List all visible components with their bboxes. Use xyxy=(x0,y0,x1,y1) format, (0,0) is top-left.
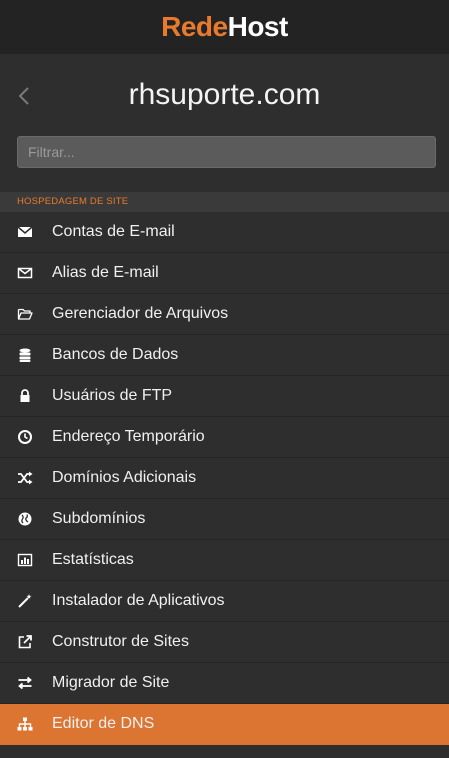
envelope-icon xyxy=(16,223,34,241)
menu-item-label: Estatísticas xyxy=(52,551,134,568)
folder-open-icon xyxy=(16,305,34,323)
menu-item-contas-email[interactable]: Contas de E-mail xyxy=(0,212,449,253)
bar-chart-icon xyxy=(16,551,34,569)
sitemap-icon xyxy=(16,715,34,733)
menu-item-label: Usuários de FTP xyxy=(52,387,173,404)
menu-item-label: Bancos de Dados xyxy=(52,346,179,363)
menu-item-label: Gerenciador de Arquivos xyxy=(52,305,229,322)
magic-wand-icon xyxy=(16,592,34,610)
page-title: rhsuporte.com xyxy=(128,78,321,111)
menu-item-editor-dns[interactable]: Editor de DNS xyxy=(0,704,449,745)
top-bar: RedeHost xyxy=(0,0,449,54)
lock-icon xyxy=(16,387,34,405)
section-header: HOSPEDAGEM DE SITE xyxy=(0,192,449,212)
menu-item-label: Construtor de Sites xyxy=(52,633,189,650)
menu-item-instalador-aplicativos[interactable]: Instalador de Aplicativos xyxy=(0,581,449,622)
menu-item-label: Subdomínios xyxy=(52,510,146,527)
menu-item-gerenciador-arquivos[interactable]: Gerenciador de Arquivos xyxy=(0,294,449,335)
menu-item-label: Instalador de Aplicativos xyxy=(52,592,225,609)
filter-input[interactable] xyxy=(17,136,436,168)
menu-item-label: Editor de DNS xyxy=(52,715,155,732)
logo-rest-text: Host xyxy=(227,11,289,42)
menu-item-usuarios-ftp[interactable]: Usuários de FTP xyxy=(0,376,449,417)
menu-item-label: Contas de E-mail xyxy=(52,223,175,240)
menu-item-migrador-site[interactable]: Migrador de Site xyxy=(0,663,449,704)
chevron-left-icon xyxy=(18,87,29,105)
menu-item-construtor-sites[interactable]: Construtor de Sites xyxy=(0,622,449,663)
database-icon xyxy=(16,346,34,364)
menu-item-label: Domínios Adicionais xyxy=(52,469,197,486)
sidebar-menu: Contas de E-mail Alias de E-mail Gerenci… xyxy=(0,212,449,745)
site-header: rhsuporte.com xyxy=(0,54,449,136)
external-link-icon xyxy=(16,633,34,651)
menu-item-estatisticas[interactable]: Estatísticas xyxy=(0,540,449,581)
random-icon xyxy=(16,469,34,487)
globe-icon xyxy=(16,510,34,528)
menu-item-subdominios[interactable]: Subdomínios xyxy=(0,499,449,540)
brand-logo[interactable]: RedeHost xyxy=(161,11,288,43)
menu-item-label: Migrador de Site xyxy=(52,674,170,691)
menu-item-alias-email[interactable]: Alias de E-mail xyxy=(0,253,449,294)
logo-accent-text: Rede xyxy=(161,11,228,42)
menu-item-bancos-dados[interactable]: Bancos de Dados xyxy=(0,335,449,376)
clock-icon xyxy=(16,428,34,446)
exchange-icon xyxy=(16,674,34,692)
back-button[interactable] xyxy=(12,76,36,116)
menu-item-dominios-adicionais[interactable]: Domínios Adicionais xyxy=(0,458,449,499)
menu-item-label: Endereço Temporário xyxy=(52,428,205,445)
menu-item-endereco-temporario[interactable]: Endereço Temporário xyxy=(0,417,449,458)
menu-item-label: Alias de E-mail xyxy=(52,264,159,281)
envelope-outline-icon xyxy=(16,264,34,282)
search-container xyxy=(0,136,449,192)
